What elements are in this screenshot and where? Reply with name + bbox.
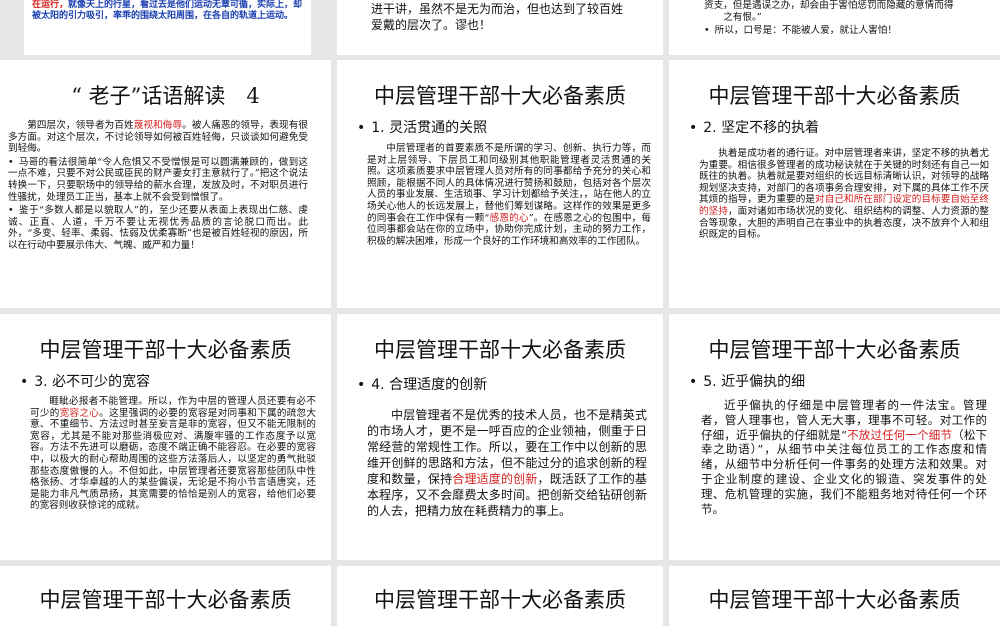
slide-quality-1[interactable]: 中层管理干部十大必备素质 1. 灵活贯通的关照 中层管理者的首要素质不是所谓的学… <box>337 60 663 308</box>
slide-bottom-right[interactable]: 中层管理干部十大必备素质 <box>669 566 1000 626</box>
slide-text: 资支，但是遇误之办，却会由于害怕惩罚而隐藏的意情而得 之有恨。” 所以，口号是：… <box>704 0 994 37</box>
slide-title: 中层管理干部十大必备素质 <box>374 338 626 362</box>
slide-text: 进干讲，虽然不是无为而治，但也达到了较百姓 爱戴的层次了。谬也！ <box>371 2 624 32</box>
slide-title: 中层管理干部十大必备素质 <box>39 588 292 612</box>
slide-title: “ 老子”话语解读 4 <box>71 84 260 108</box>
slide-quality-4[interactable]: 中层管理干部十大必备素质 4. 合理适度的创新 中层管理者不是优秀的技术人员，也… <box>337 314 663 560</box>
slide-title: 中层管理干部十大必备素质 <box>374 84 626 108</box>
slide-top-left[interactable]: 在运行，就像天上的行星，看过去是他们运动无章可循，实际上，却被太阳的引力吸引，率… <box>24 0 311 55</box>
slide-body: 第四层次，领导者为百姓蔑视和侮辱。被人痛恶的领导，表现有很多方面。对这个层次，不… <box>8 120 308 254</box>
slide-bullet: 5. 近乎偏执的细 <box>689 371 805 391</box>
slide-text: 在运行，就像天上的行星，看过去是他们运动无章可循，实际上，却被太阳的引力吸引，率… <box>32 0 303 21</box>
slide-body: 睚眦必报者不能管理。所以，作为中层的管理人员还要有必不可少的宽容之心。这里强调的… <box>30 396 317 512</box>
slide-body: 中层管理者的首要素质不是所谓的学习、创新、执行力等，而是对上层领导、下层员工和同… <box>367 143 652 247</box>
slide-body: 执着是成功者的通行证。对中层管理者来讲，坚定不移的执着尤为重要。相信很多管理者的… <box>699 148 990 241</box>
slide-title: 中层管理干部十大必备素质 <box>374 588 626 612</box>
slide-laozi-4[interactable]: “ 老子”话语解读 4 第四层次，领导者为百姓蔑视和侮辱。被人痛恶的领导，表现有… <box>0 60 331 308</box>
slide-title: 中层管理干部十大必备素质 <box>708 84 961 108</box>
slide-bottom-left[interactable]: 中层管理干部十大必备素质 <box>0 566 331 626</box>
slide-body: 中层管理者不是优秀的技术人员，也不是精英式的市场人才，更不是一呼百应的企业领袖，… <box>367 408 647 518</box>
slide-bullet: 3. 必不可少的宽容 <box>20 371 150 391</box>
slide-title: 中层管理干部十大必备素质 <box>708 588 961 612</box>
slide-title: 中层管理干部十大必备素质 <box>708 338 961 362</box>
slide-quality-5[interactable]: 中层管理干部十大必备素质 5. 近乎偏执的细 近乎偏执的仔细是中层管理者的一件法… <box>669 314 1000 560</box>
slide-bullet: 1. 灵活贯通的关照 <box>357 117 487 137</box>
slide-title: 中层管理干部十大必备素质 <box>39 338 292 362</box>
slide-quality-2[interactable]: 中层管理干部十大必备素质 2. 坚定不移的执着 执着是成功者的通行证。对中层管理… <box>669 60 1000 308</box>
slide-top-right[interactable]: 资支，但是遇误之办，却会由于害怕惩罚而隐藏的意情而得 之有恨。” 所以，口号是：… <box>669 0 1000 55</box>
slide-bottom-middle[interactable]: 中层管理干部十大必备素质 <box>337 566 663 626</box>
slide-quality-3[interactable]: 中层管理干部十大必备素质 3. 必不可少的宽容 睚眦必报者不能管理。所以，作为中… <box>0 314 331 560</box>
slide-top-middle[interactable]: 进干讲，虽然不是无为而治，但也达到了较百姓 爱戴的层次了。谬也！ <box>337 0 663 55</box>
slide-bullet: 4. 合理适度的创新 <box>357 374 487 394</box>
slide-body: 近乎偏执的仔细是中层管理者的一件法宝。管理者，管人理事也，管人无大事，理事不可轻… <box>701 398 987 516</box>
slide-bullet: 2. 坚定不移的执着 <box>689 117 819 137</box>
